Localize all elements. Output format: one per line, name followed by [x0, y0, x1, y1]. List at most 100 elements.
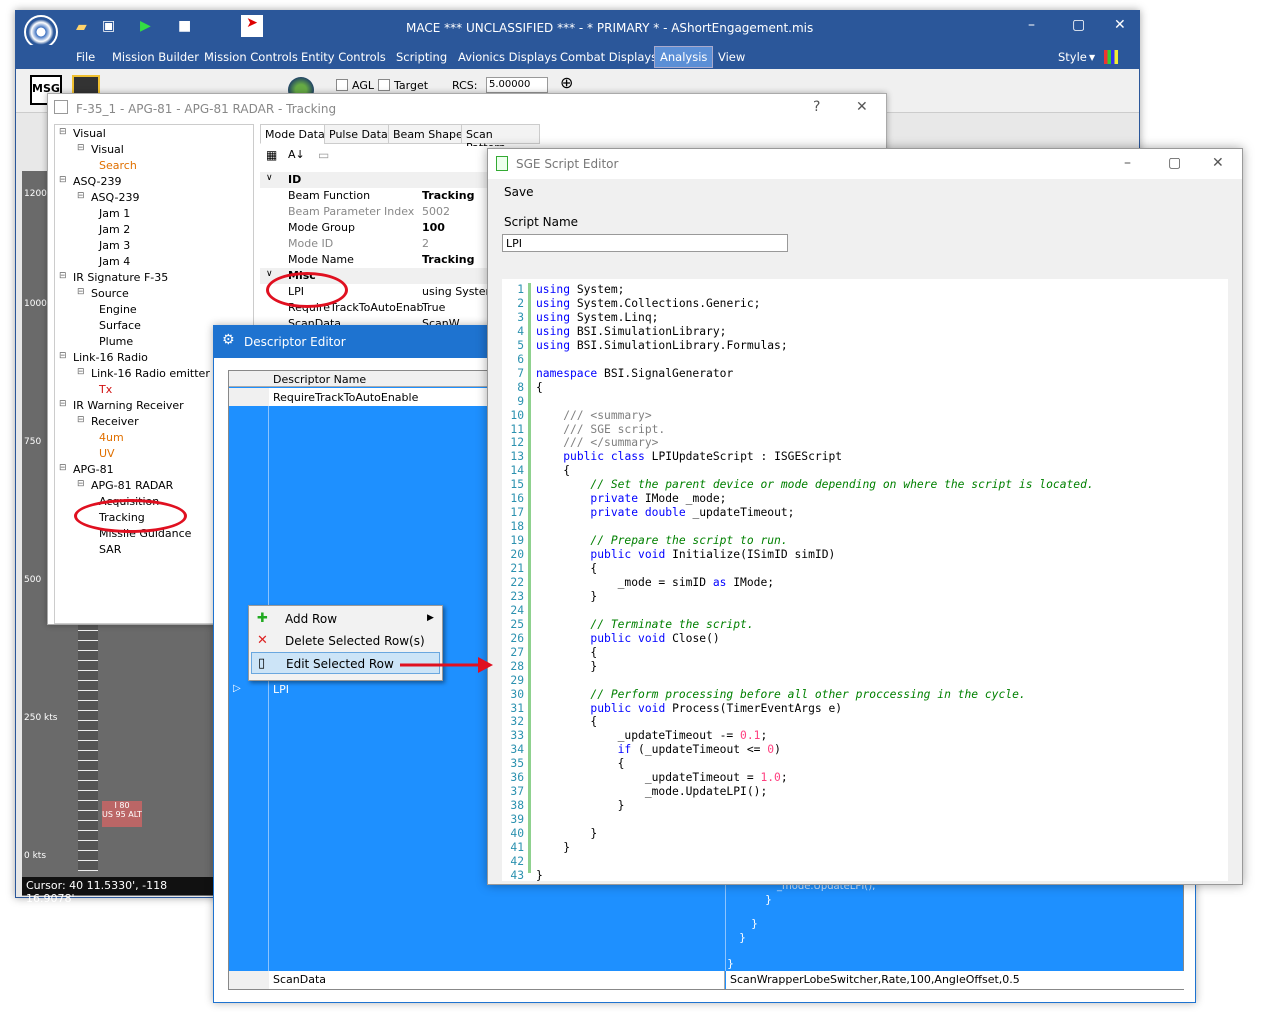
property-value[interactable]: Tracking: [422, 253, 474, 266]
tree-expander-icon[interactable]: ⊟: [59, 399, 67, 409]
tree-item[interactable]: ASQ-239: [73, 175, 121, 188]
code-line[interactable]: private IMode _mode;: [536, 492, 726, 505]
code-line[interactable]: using BSI.SimulationLibrary.Formulas;: [536, 339, 788, 352]
code-line[interactable]: public void Process(TimerEventArgs e): [536, 702, 842, 715]
code-line[interactable]: // Perform processing before all other p…: [536, 688, 1025, 701]
grid-color-icon[interactable]: [1104, 50, 1118, 64]
tracking-close-icon[interactable]: ✕: [856, 99, 868, 115]
app-logo-icon[interactable]: [24, 15, 58, 49]
code-line[interactable]: // Terminate the script.: [536, 618, 753, 631]
code-line[interactable]: public class LPIUpdateScript : ISGEScrip…: [536, 450, 842, 463]
menu-file[interactable]: File: [76, 50, 95, 64]
code-line[interactable]: }: [536, 799, 625, 812]
code-line[interactable]: /// SGE script.: [536, 423, 665, 436]
style-dropdown[interactable]: Style: [1058, 50, 1087, 64]
tree-item[interactable]: Search: [99, 159, 137, 172]
tree-expander-icon[interactable]: ⊟: [59, 463, 67, 473]
code-line[interactable]: /// </summary>: [536, 436, 658, 449]
tree-item[interactable]: SAR: [99, 543, 121, 556]
code-line[interactable]: {: [536, 562, 597, 575]
table-row[interactable]: RequireTrackToAutoEnable: [269, 388, 491, 406]
code-line[interactable]: if (_updateTimeout <= 0): [536, 743, 781, 756]
tree-expander-icon[interactable]: ⊟: [77, 191, 85, 201]
tree-item[interactable]: Jam 2: [99, 223, 130, 236]
tree-expander-icon[interactable]: ⊟: [59, 175, 67, 185]
menu-item-add-row[interactable]: ✚ Add Row ▶: [251, 608, 440, 630]
code-line[interactable]: using System;: [536, 283, 624, 296]
property-value[interactable]: 100: [422, 221, 445, 234]
table-row-value[interactable]: ScanWrapperLobeSwitcher,Rate,100,AngleOf…: [726, 971, 1184, 989]
tree-item[interactable]: 4um: [99, 431, 124, 444]
code-line[interactable]: namespace BSI.SignalGenerator: [536, 367, 733, 380]
code-line[interactable]: _mode.UpdateLPI();: [536, 785, 767, 798]
save-menu-item[interactable]: Save: [504, 185, 533, 199]
tree-item[interactable]: Link-16 Radio: [73, 351, 148, 364]
property-value[interactable]: Tracking: [422, 189, 474, 202]
script-name-input[interactable]: LPI: [502, 234, 788, 252]
save-icon[interactable]: ▣: [102, 18, 115, 34]
tree-item[interactable]: Surface: [99, 319, 141, 332]
property-value[interactable]: 5002: [422, 205, 450, 218]
tree-item[interactable]: Link-16 Radio emitter: [91, 367, 210, 380]
tree-item[interactable]: IR Signature F-35: [73, 271, 168, 284]
categorized-icon[interactable]: ▦: [266, 148, 277, 162]
target-checkbox[interactable]: [378, 79, 390, 91]
tree-item[interactable]: Jam 3: [99, 239, 130, 252]
code-line[interactable]: }: [536, 827, 597, 840]
tree-item[interactable]: Visual: [91, 143, 124, 156]
code-line[interactable]: {: [536, 464, 570, 477]
tree-item[interactable]: APG-81 RADAR: [91, 479, 173, 492]
tree-item[interactable]: APG-81: [73, 463, 114, 476]
property-value[interactable]: True: [422, 301, 445, 314]
tree-item[interactable]: Source: [91, 287, 129, 300]
code-line[interactable]: using System.Linq;: [536, 311, 658, 324]
sort-az-icon[interactable]: A↓: [288, 148, 305, 161]
tree-item[interactable]: Receiver: [91, 415, 139, 428]
collapse-misc-icon[interactable]: ∨: [266, 269, 273, 279]
pointer-icon[interactable]: ➤: [241, 15, 263, 37]
sge-maximize-icon[interactable]: ▢: [1168, 155, 1181, 171]
code-line[interactable]: /// <summary>: [536, 409, 651, 422]
menu-item-delete-rows[interactable]: ✕ Delete Selected Row(s): [251, 630, 440, 652]
close-icon[interactable]: ✕: [1114, 17, 1126, 33]
tree-expander-icon[interactable]: ⊟: [59, 127, 67, 137]
maximize-icon[interactable]: ▢: [1072, 17, 1085, 33]
code-editor[interactable]: 1 using System; 2 using System.Collections.…: [502, 279, 1228, 882]
table-row-name[interactable]: ScanData: [269, 971, 725, 989]
code-line[interactable]: {: [536, 646, 597, 659]
tab-mode-data[interactable]: Mode Data: [260, 124, 330, 144]
tree-expander-icon[interactable]: ⊟: [77, 287, 85, 297]
code-line[interactable]: _updateTimeout = 1.0;: [536, 771, 788, 784]
help-icon[interactable]: ?: [813, 99, 820, 115]
row-selector-last[interactable]: [229, 971, 269, 989]
sge-close-icon[interactable]: ✕: [1212, 155, 1224, 171]
code-line[interactable]: private double _updateTimeout;: [536, 506, 794, 519]
tree-expander-icon[interactable]: ⊟: [77, 415, 85, 425]
code-line[interactable]: {: [536, 715, 597, 728]
code-line[interactable]: public void Initialize(ISimID simID): [536, 548, 835, 561]
code-line[interactable]: // Prepare the script to run.: [536, 534, 787, 547]
menu-mission-builder[interactable]: Mission Builder: [112, 50, 199, 64]
open-icon[interactable]: ▰: [76, 19, 87, 35]
tree-expander-icon[interactable]: ⊟: [77, 367, 85, 377]
tree-item[interactable]: IR Warning Receiver: [73, 399, 184, 412]
tree-item[interactable]: Engine: [99, 303, 137, 316]
row-selector[interactable]: [229, 388, 269, 406]
zoom-icon[interactable]: ⊕: [560, 73, 573, 92]
tab-scan-pattern[interactable]: Scan Pattern: [461, 124, 540, 154]
code-line[interactable]: }: [536, 660, 597, 673]
tree-item[interactable]: Plume: [99, 335, 133, 348]
play-icon[interactable]: ▶: [140, 18, 151, 34]
stop-icon[interactable]: ■: [178, 18, 191, 34]
code-line[interactable]: _updateTimeout -= 0.1;: [536, 729, 768, 742]
tree-expander-icon[interactable]: ⊟: [59, 271, 67, 281]
collapse-id-icon[interactable]: ∨: [266, 173, 273, 183]
tree-item[interactable]: ASQ-239: [91, 191, 139, 204]
code-line[interactable]: }: [536, 841, 570, 854]
tree-item[interactable]: Jam 4: [99, 255, 130, 268]
menu-mission-controls[interactable]: Mission Controls: [204, 50, 298, 64]
menu-combat-displays[interactable]: Combat Displays: [560, 50, 657, 64]
code-line[interactable]: {: [536, 381, 543, 394]
minimize-icon[interactable]: –: [1028, 17, 1035, 33]
agl-checkbox[interactable]: [336, 79, 348, 91]
